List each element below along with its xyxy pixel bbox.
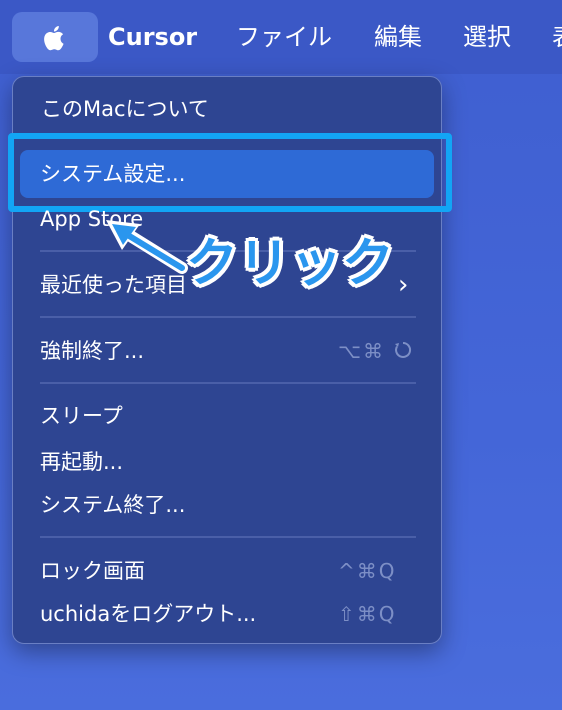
menu-item-about-this-mac[interactable]: このMacについて	[41, 94, 209, 124]
power-icon	[395, 341, 412, 358]
menu-separator	[40, 382, 416, 384]
lock-screen-shortcut: ^⌘Q	[338, 559, 397, 583]
menu-separator	[40, 316, 416, 318]
annotation-arrow-icon	[106, 220, 188, 274]
menu-separator	[40, 536, 416, 538]
shortcut-keys: ⌥⌘	[338, 339, 386, 363]
menu-view-partial[interactable]: 表	[552, 19, 562, 55]
menu-selection[interactable]: 選択	[463, 19, 511, 55]
menu-edit[interactable]: 編集	[374, 19, 422, 55]
menu-file[interactable]: ファイル	[236, 19, 332, 55]
chevron-right-icon: ›	[398, 270, 409, 300]
menu-item-sleep[interactable]: スリープ	[40, 401, 123, 431]
menu-item-restart[interactable]: 再起動...	[40, 447, 123, 477]
annotation-callout-text: クリック	[186, 234, 395, 294]
force-quit-shortcut: ⌥⌘	[338, 336, 413, 366]
annotation-highlight-frame	[8, 133, 452, 212]
menu-item-shutdown[interactable]: システム終了...	[40, 490, 185, 520]
menu-item-logout[interactable]: uchidaをログアウト...	[40, 599, 256, 629]
apple-logo-icon	[44, 26, 64, 51]
menu-item-lock-screen[interactable]: ロック画面	[40, 556, 145, 586]
menu-bar: Cursor ファイル 編集 選択 表	[0, 0, 562, 74]
logout-shortcut: ⇧⌘Q	[338, 602, 397, 626]
apple-menu-button[interactable]	[12, 12, 98, 62]
menu-app-name[interactable]: Cursor	[108, 19, 197, 55]
menu-item-force-quit[interactable]: 強制終了...	[40, 336, 144, 366]
